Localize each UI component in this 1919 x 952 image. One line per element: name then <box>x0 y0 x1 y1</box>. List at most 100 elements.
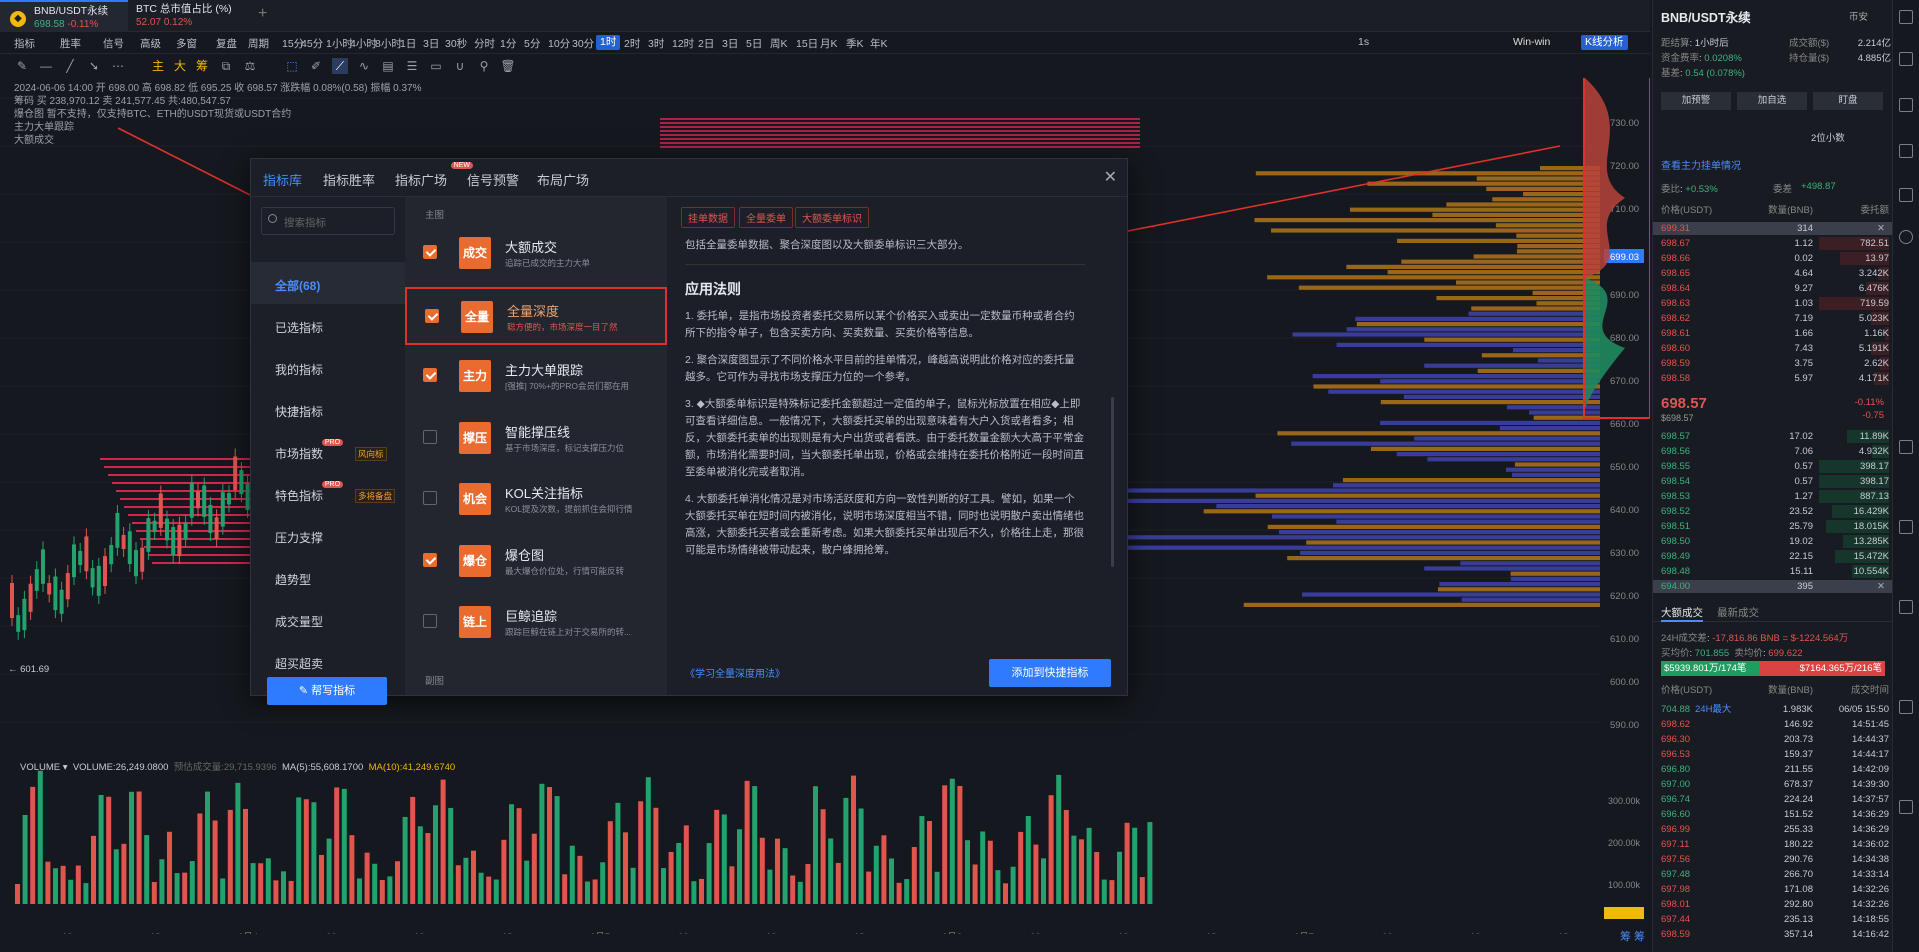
ask-row[interactable]: 698.61 1.66 1.16K <box>1653 327 1893 340</box>
magnet-icon[interactable]: ∪ <box>452 58 468 74</box>
tab-bnb[interactable]: ◆ BNB/USDT永续 698.58 -0.11% <box>0 0 128 32</box>
category-item[interactable]: 成交量型 <box>275 613 323 630</box>
toolbar-item[interactable]: 周K <box>770 36 788 51</box>
close-icon[interactable]: ✕ <box>1104 167 1117 187</box>
arrow-tool-icon[interactable]: ➘ <box>86 58 102 74</box>
tag-full-order[interactable]: 全量委单 <box>739 207 793 228</box>
bid-row[interactable]: 698.54 0.57 398.17 <box>1653 475 1893 488</box>
settings-icon[interactable] <box>1899 600 1913 614</box>
decimals-dropdown[interactable]: 2位小数 <box>1811 130 1845 144</box>
indicator-icon[interactable]: ⟋ <box>332 58 348 74</box>
toolbar-item[interactable]: 4小时 <box>350 36 377 51</box>
toolbar-item[interactable]: 3时 <box>648 36 664 51</box>
checkbox[interactable] <box>423 614 437 628</box>
toolbar-item[interactable]: 30秒 <box>445 36 467 51</box>
toolbar-item[interactable]: 月K <box>820 36 838 51</box>
toolbar-item[interactable]: 1分 <box>500 36 516 51</box>
doc-icon[interactable]: ▭ <box>428 58 444 74</box>
watchlist-button[interactable]: 加自选 <box>1737 92 1807 110</box>
toolbar-item[interactable]: 季K <box>846 36 864 51</box>
toolbar-item[interactable]: 周期 <box>248 36 269 51</box>
toolbar-item[interactable]: 5日 <box>746 36 762 51</box>
category-item[interactable]: 压力支撑 <box>275 529 323 546</box>
exchange-dropdown[interactable]: 币安 <box>1849 9 1868 23</box>
toolbar-item[interactable]: 15日 <box>796 36 818 51</box>
ask-row[interactable]: 698.59 3.75 2.62K <box>1653 357 1893 370</box>
ask-row[interactable]: 698.67 1.12 782.51 <box>1653 237 1893 250</box>
chart-icon[interactable] <box>1899 144 1913 158</box>
tab-large-trades[interactable]: 大额成交 <box>1661 605 1703 622</box>
toolbar-item[interactable]: 年K <box>870 36 888 51</box>
ask-row[interactable]: 698.64 9.27 6.476K <box>1653 282 1893 295</box>
toolbar-item[interactable]: 8小时 <box>375 36 402 51</box>
tab-latest-trades[interactable]: 最新成交 <box>1717 605 1759 620</box>
bid-row[interactable]: 698.57 17.02 11.89K <box>1653 430 1893 443</box>
category-item[interactable]: 趋势型 <box>275 571 311 588</box>
toolbar-item[interactable]: 1日 <box>400 36 416 51</box>
expand-icon[interactable] <box>1899 10 1913 24</box>
list-icon[interactable] <box>1899 52 1913 66</box>
toolbar-item[interactable]: 高级 <box>140 36 161 51</box>
toolbar-item[interactable]: 胜率 <box>60 36 81 51</box>
monitor-button[interactable]: 盯盘 <box>1813 92 1883 110</box>
ask-row[interactable]: 698.65 4.64 3.242K <box>1653 267 1893 280</box>
toolbar-item[interactable]: 12时 <box>672 36 694 51</box>
bid-row[interactable]: 698.53 1.27 887.13 <box>1653 490 1893 503</box>
checkbox[interactable] <box>423 429 437 444</box>
compare-icon[interactable]: ⧉ <box>218 58 234 74</box>
toolbar-item[interactable]: 5分 <box>524 36 540 51</box>
bid-row[interactable]: 698.51 25.79 18.015K <box>1653 520 1893 533</box>
more-icon[interactable]: ⋯ <box>110 58 126 74</box>
ruler-icon[interactable]: ⚖ <box>242 58 258 74</box>
kline-analysis-button[interactable]: K线分析 <box>1581 35 1628 50</box>
ruler-icon[interactable] <box>1899 520 1913 534</box>
indicator-item[interactable]: 撑压 智能撑压线 基于市场深度，标记支撑压力位 <box>405 410 667 468</box>
toolbar-item[interactable]: 分时 <box>474 36 495 51</box>
category-item[interactable]: 已选指标 <box>275 319 323 336</box>
chip-icon[interactable]: 筹 <box>194 58 210 74</box>
scrollbar[interactable] <box>1111 397 1114 567</box>
tab-indicator-library[interactable]: 指标库 <box>263 170 302 189</box>
checkbox[interactable] <box>423 491 437 505</box>
win-win-dropdown[interactable]: Win-win <box>1513 36 1550 48</box>
tab-win-rate[interactable]: 指标胜率 <box>323 170 375 189</box>
category-item[interactable]: 市场指数 PRO <box>275 439 344 462</box>
tag-order-data[interactable]: 挂单数据 <box>681 207 735 228</box>
big-icon[interactable]: 大 <box>172 58 188 74</box>
ask-row[interactable]: 698.60 7.43 5.191K <box>1653 342 1893 355</box>
indicator-item[interactable]: 链上 巨鲸追踪 跟踪巨鲸在链上对于交易所的转... <box>405 594 667 652</box>
toolbar-item[interactable]: 信号 <box>103 36 124 51</box>
toolbar-item[interactable]: 1小时 <box>326 36 353 51</box>
write-indicator-button[interactable]: ✎ 帮写指标 <box>267 677 387 705</box>
tab-indicator-square[interactable]: 指标广场 NEW <box>395 162 474 189</box>
tab-layout-square[interactable]: 布局广场 <box>537 170 589 189</box>
indicator-item[interactable]: 全量 全量深度 聪方便的，市场深度一目了然 <box>405 286 667 345</box>
ask-row[interactable]: 699.31 314 ✕ <box>1653 222 1893 235</box>
toolbar-item[interactable]: 45分 <box>301 36 323 51</box>
view-orders-link[interactable]: 查看主力挂单情况 <box>1661 157 1741 172</box>
select-icon[interactable]: ⬚ <box>284 58 300 74</box>
indicator-item[interactable]: 机会 KOL关注指标 KOL提及次数，提前抓住会抑行情 <box>405 471 667 529</box>
indicator-item[interactable]: 爆仓 爆仓图 最大爆仓价位处，行情可能反转 <box>405 533 667 591</box>
bid-row[interactable]: 698.50 19.02 13.285K <box>1653 535 1893 548</box>
close-icon[interactable]: ✕ <box>1877 580 1885 593</box>
ask-row[interactable]: 698.58 5.97 4.171K <box>1653 372 1893 385</box>
toolbar-item[interactable]: 多窗 <box>176 36 197 51</box>
bid-row[interactable]: 698.56 7.06 4.932K <box>1653 445 1893 458</box>
tab-btc[interactable]: BTC 总市值占比 (%) 52.07 0.12% <box>128 0 256 32</box>
search-input[interactable]: 搜索指标 <box>261 207 395 235</box>
brush-icon[interactable]: ✐ <box>308 58 324 74</box>
add-tab-button[interactable]: + <box>258 5 267 23</box>
tab-signal-alert[interactable]: 信号预警 <box>467 170 519 189</box>
refresh-icon[interactable] <box>1899 230 1913 244</box>
trash-icon[interactable]: 🗑 <box>500 58 516 74</box>
bid-row[interactable]: 698.52 23.52 16.429K <box>1653 505 1893 518</box>
bid-row[interactable]: 694.00 395 ✕ <box>1653 580 1893 593</box>
toolbar-item[interactable]: 复盘 <box>216 36 237 51</box>
layers-icon[interactable] <box>1899 98 1913 112</box>
checkbox[interactable] <box>425 308 439 323</box>
category-item[interactable]: 全部(68) <box>275 277 320 294</box>
checkbox[interactable] <box>423 552 437 567</box>
help-icon[interactable] <box>1899 800 1913 814</box>
toolbar-item[interactable]: 2日 <box>698 36 714 51</box>
